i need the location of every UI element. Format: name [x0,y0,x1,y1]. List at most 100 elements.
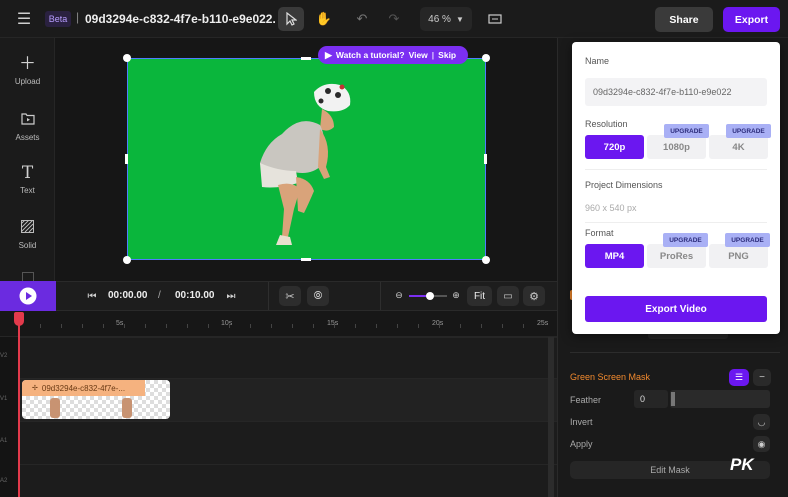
sidebar-item-assets[interactable]: Assets [0,111,55,142]
zoom-value: 46 % [428,13,451,25]
resize-handle-right[interactable] [484,154,487,164]
loop-icon: ⦾ [313,289,323,302]
clip-name: 09d3294e-c832-4f7e-... [41,383,126,393]
current-time: 00:00.00 [108,290,148,301]
resize-handle-tl[interactable] [123,54,131,62]
clip-header: ✢ 09d3294e-c832-4f7e-... [22,380,145,396]
timeline-scrollbar[interactable] [548,337,554,497]
upgrade-badge[interactable]: UPGRADE [726,124,771,138]
project-name-input[interactable]: 09d3294e-c832-4f7e-b110-e9e022 [585,78,767,106]
tutorial-divider: | [431,50,435,60]
redo-button[interactable]: ↷ [381,7,407,31]
format-mp4[interactable]: MP4 [585,244,644,268]
apply-toggle[interactable]: ◉ [753,436,770,452]
upgrade-badge[interactable]: UPGRADE [664,124,709,138]
format-png[interactable]: PNG [709,244,768,268]
settings-button[interactable]: ⚙ [523,286,545,306]
fit-button[interactable]: Fit [467,286,492,306]
hand-tool-button[interactable]: ✋ [311,7,337,31]
resize-handle-br[interactable] [482,256,490,264]
track-a1[interactable] [20,421,557,464]
apply-label: Apply [570,439,593,449]
undo-button[interactable]: ↶ [349,7,375,31]
sidebar-item-upload[interactable]: ＋ Upload [0,54,55,87]
resize-handle-bl[interactable] [123,256,131,264]
sliders-icon: ☰ [734,372,744,382]
minus-icon: − [759,372,765,383]
watermark-logo: PK [730,455,754,474]
resize-handle-tr[interactable] [482,54,490,62]
time-separator: / [158,290,161,301]
timeline-zoom-slider[interactable] [409,292,447,300]
dimensions-value: 960 x 540 px [585,203,637,213]
skip-forward-icon[interactable]: ⏭ [224,289,238,303]
share-button[interactable]: Share [655,7,713,32]
export-video-button[interactable]: Export Video [585,296,767,322]
sidebar-item-label: Solid [18,241,37,250]
resolution-720p[interactable]: 720p [585,135,644,159]
feather-input[interactable]: 0 [634,390,668,408]
export-button[interactable]: Export [723,7,780,32]
tutorial-view-link[interactable]: View [409,50,428,60]
remove-mask-button[interactable]: − [753,369,771,386]
sidebar-item-text[interactable]: T Text [0,164,55,195]
divider [585,169,767,170]
plus-icon: ＋ [19,54,36,73]
skip-back-icon[interactable]: ⏮ [85,289,99,303]
scissors-icon: ✂ [285,290,295,303]
sidebar-item-label: Upload [14,77,41,86]
video-preview[interactable] [127,58,486,260]
menu-icon[interactable]: ☰ [14,9,34,29]
divider [570,352,780,353]
resolution-label: Resolution [585,119,628,129]
gear-icon: ⚙ [529,290,539,303]
tutorial-skip-link[interactable]: Skip [438,50,456,60]
zoom-in-icon[interactable]: ⊕ [451,290,461,300]
tutorial-text: Watch a tutorial? [335,50,405,60]
mask-settings-button[interactable]: ☰ [729,369,749,386]
playhead-handle[interactable] [14,312,24,326]
clip-thumbnail [50,398,60,418]
redo-icon: ↷ [388,11,400,26]
more-tools-icon[interactable] [22,272,34,281]
sidebar-item-solid[interactable]: Solid [0,219,55,250]
slider-knob[interactable] [425,292,434,300]
resolution-4k[interactable]: 4K [709,135,768,159]
name-label: Name [585,56,610,66]
select-tool-button[interactable] [278,7,304,31]
video-clip[interactable]: ✢ 09d3294e-c832-4f7e-... [22,380,170,419]
chevron-down-icon: ▼ [455,14,464,24]
slider-knob[interactable] [671,392,675,406]
play-button[interactable] [0,281,56,311]
playhead[interactable] [18,318,20,497]
solid-icon [0,219,55,237]
feather-slider[interactable] [670,390,770,408]
green-screen-label: Green Screen Mask [570,372,651,382]
folder-play-icon [0,111,55,129]
upgrade-badge[interactable]: UPGRADE [663,233,708,247]
track-label: V2 [0,353,8,359]
resize-handle-left[interactable] [125,154,128,164]
divider [380,282,381,310]
play-icon [19,287,37,305]
zoom-out-icon[interactable]: ⊖ [394,290,404,300]
resize-handle-top[interactable] [301,57,311,60]
format-label: Format [585,228,614,238]
resize-handle-bottom[interactable] [301,258,311,261]
invert-toggle[interactable]: ◡ [753,414,770,430]
loop-button[interactable]: ⦾ [307,286,329,306]
fullscreen-button[interactable]: ▭ [497,286,519,306]
track-a2[interactable] [20,464,557,497]
upgrade-badge[interactable]: UPGRADE [725,233,770,247]
track-label: V1 [0,396,8,402]
project-title[interactable]: 09d3294e-c832-4f7e-b110-e9e022... [85,12,275,26]
beta-badge: Beta [45,11,71,27]
split-button[interactable]: ✂ [279,286,301,306]
feather-label: Feather [570,395,602,405]
format-prores[interactable]: ProRes [647,244,706,268]
sidebar-item-label: Text [20,186,35,195]
resolution-1080p[interactable]: 1080p [647,135,706,159]
zoom-select[interactable]: 46 % ▼ [420,7,472,31]
track-v2[interactable] [20,337,557,378]
screen-fit-button[interactable] [482,7,508,31]
